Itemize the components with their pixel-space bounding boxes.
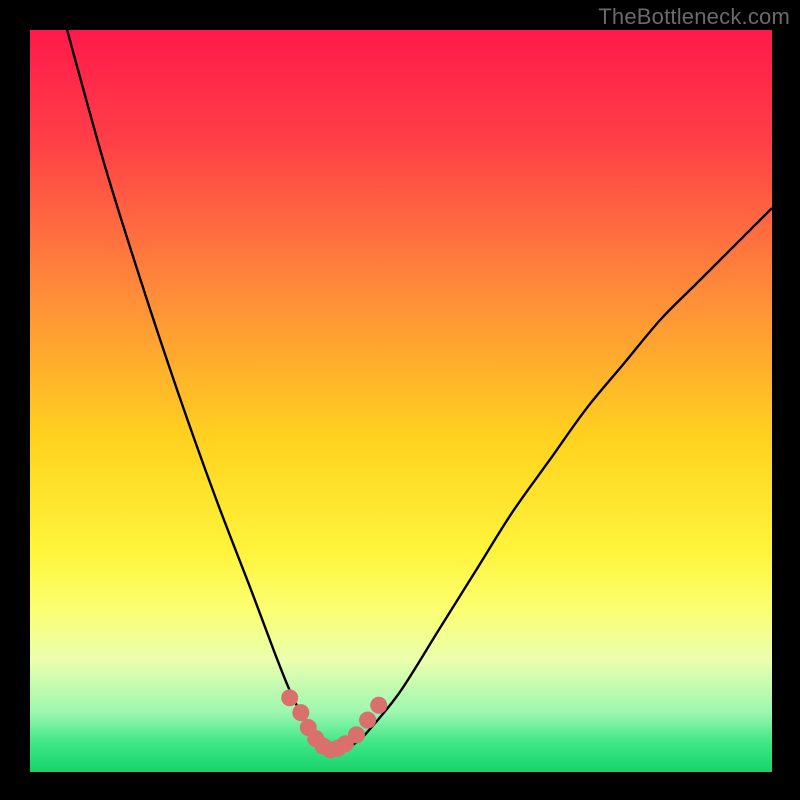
highlight-dot — [359, 712, 376, 729]
highlight-dot — [281, 689, 298, 706]
plot-area — [30, 30, 772, 772]
watermark-text: TheBottleneck.com — [598, 4, 790, 30]
highlight-dot — [292, 704, 309, 721]
bottleneck-chart — [30, 30, 772, 772]
highlight-dot — [348, 726, 365, 743]
highlight-dot — [370, 697, 387, 714]
gradient-background — [30, 30, 772, 772]
chart-frame: TheBottleneck.com — [0, 0, 800, 800]
